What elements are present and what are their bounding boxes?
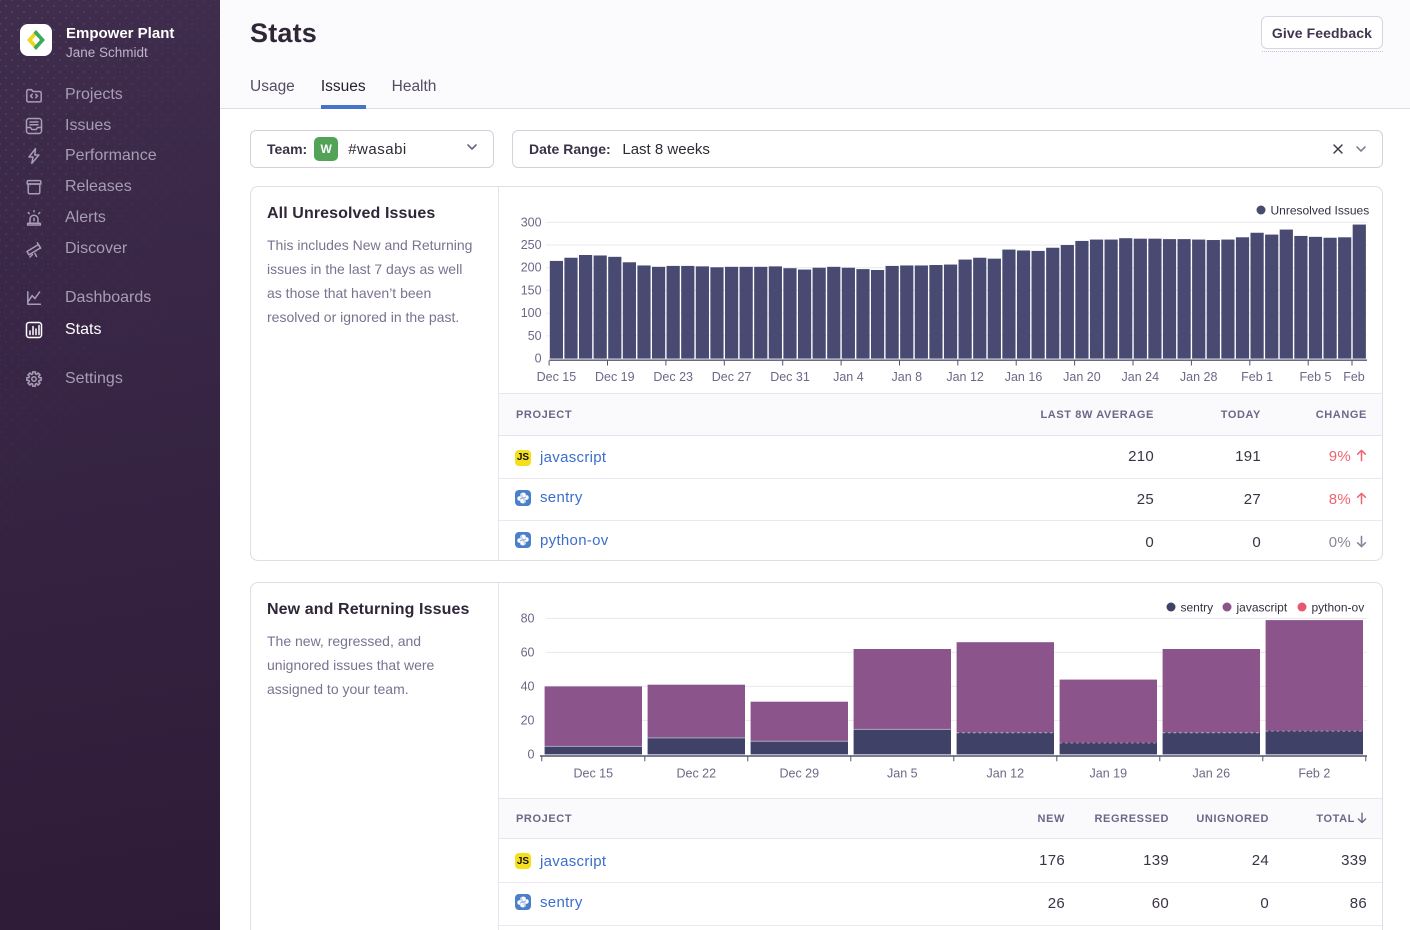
svg-text:Jan 19: Jan 19 — [1090, 766, 1128, 780]
svg-text:Jan 12: Jan 12 — [987, 766, 1025, 780]
svg-text:150: 150 — [521, 283, 542, 297]
svg-text:Feb 1: Feb 1 — [1241, 370, 1273, 384]
svg-text:Jan 4: Jan 4 — [833, 370, 864, 384]
svg-text:javascript: javascript — [1236, 601, 1288, 615]
svg-text:Jan 20: Jan 20 — [1063, 370, 1101, 384]
svg-text:0: 0 — [535, 352, 542, 366]
svg-text:Jan 28: Jan 28 — [1180, 370, 1218, 384]
svg-text:80: 80 — [521, 611, 535, 625]
svg-text:20: 20 — [521, 713, 535, 727]
svg-text:Dec 19: Dec 19 — [595, 370, 635, 384]
svg-text:Jan 12: Jan 12 — [946, 370, 984, 384]
svg-text:60: 60 — [521, 645, 535, 659]
svg-text:Jan 16: Jan 16 — [1005, 370, 1043, 384]
svg-text:40: 40 — [521, 679, 535, 693]
svg-text:250: 250 — [521, 238, 542, 252]
svg-text:sentry: sentry — [1181, 601, 1214, 615]
svg-text:Dec 29: Dec 29 — [779, 766, 819, 780]
svg-text:Dec 15: Dec 15 — [573, 766, 613, 780]
svg-text:Dec 27: Dec 27 — [712, 370, 752, 384]
svg-text:100: 100 — [521, 306, 542, 320]
svg-text:Dec 22: Dec 22 — [676, 766, 716, 780]
svg-text:Feb 5: Feb 5 — [1300, 370, 1332, 384]
svg-text:300: 300 — [521, 215, 542, 229]
svg-text:Jan 24: Jan 24 — [1122, 370, 1160, 384]
svg-text:Dec 31: Dec 31 — [770, 370, 810, 384]
svg-text:50: 50 — [528, 329, 542, 343]
svg-text:Jan 26: Jan 26 — [1193, 766, 1231, 780]
svg-text:Dec 23: Dec 23 — [653, 370, 693, 384]
svg-text:Dec 15: Dec 15 — [537, 370, 577, 384]
svg-text:Jan 5: Jan 5 — [887, 766, 918, 780]
svg-text:Feb 2: Feb 2 — [1298, 766, 1330, 780]
svg-text:python-ov: python-ov — [1312, 601, 1365, 615]
svg-text:Jan 8: Jan 8 — [892, 370, 923, 384]
svg-text:Feb: Feb — [1343, 370, 1365, 384]
svg-text:0: 0 — [528, 747, 535, 761]
svg-text:200: 200 — [521, 261, 542, 275]
svg-text:Unresolved Issues: Unresolved Issues — [1271, 204, 1370, 218]
